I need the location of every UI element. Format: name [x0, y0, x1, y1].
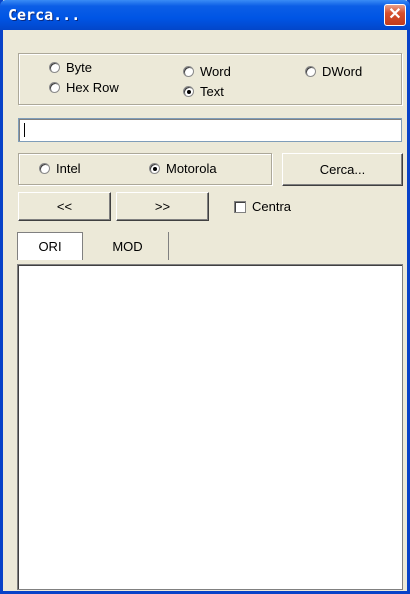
radio-byte-indicator [49, 62, 60, 73]
radio-word[interactable]: Word [183, 64, 231, 79]
radio-hex-row[interactable]: Hex Row [49, 80, 119, 95]
window-title: Cerca... [8, 6, 81, 24]
tab-ori[interactable]: ORI [17, 232, 83, 260]
radio-text-indicator [183, 86, 194, 97]
radio-dword-indicator [305, 66, 316, 77]
radio-intel[interactable]: Intel [39, 161, 81, 176]
search-button-label: Cerca... [319, 162, 366, 177]
previous-button[interactable]: << [18, 192, 111, 221]
radio-hex-row-label: Hex Row [66, 80, 119, 95]
tab-ori-label: ORI [38, 239, 62, 254]
radio-intel-indicator [39, 163, 50, 174]
tab-mod-label: MOD [112, 238, 143, 254]
radio-byte[interactable]: Byte [49, 60, 92, 75]
centra-checkbox-box [234, 200, 246, 213]
radio-byte-label: Byte [66, 60, 93, 75]
radio-intel-label: Intel [56, 161, 81, 176]
next-button[interactable]: >> [116, 192, 209, 221]
radio-word-label: Word [200, 64, 231, 79]
radio-dword[interactable]: DWord [305, 64, 362, 79]
centra-checkbox-label: Centra [252, 199, 292, 214]
search-dialog: Cerca... ✕ Byte Word DWord Hex Row Text … [0, 0, 410, 594]
close-button[interactable]: ✕ [384, 4, 406, 26]
radio-dword-label: DWord [322, 64, 363, 79]
search-input[interactable] [18, 118, 402, 142]
text-caret [24, 123, 25, 137]
radio-word-indicator [183, 66, 194, 77]
radio-motorola-label: Motorola [166, 161, 217, 176]
tab-mod[interactable]: MOD [87, 232, 169, 260]
radio-motorola[interactable]: Motorola [149, 161, 217, 176]
title-bar[interactable]: Cerca... ✕ [0, 0, 410, 30]
centra-checkbox[interactable]: Centra [234, 199, 291, 214]
radio-text[interactable]: Text [183, 84, 224, 99]
radio-motorola-indicator [149, 163, 160, 174]
next-button-label: >> [154, 199, 171, 214]
results-panel[interactable] [17, 264, 403, 590]
search-button[interactable]: Cerca... [282, 153, 403, 186]
radio-text-label: Text [200, 84, 224, 99]
previous-button-label: << [56, 199, 73, 214]
radio-hex-row-indicator [49, 82, 60, 93]
close-icon: ✕ [388, 6, 402, 23]
